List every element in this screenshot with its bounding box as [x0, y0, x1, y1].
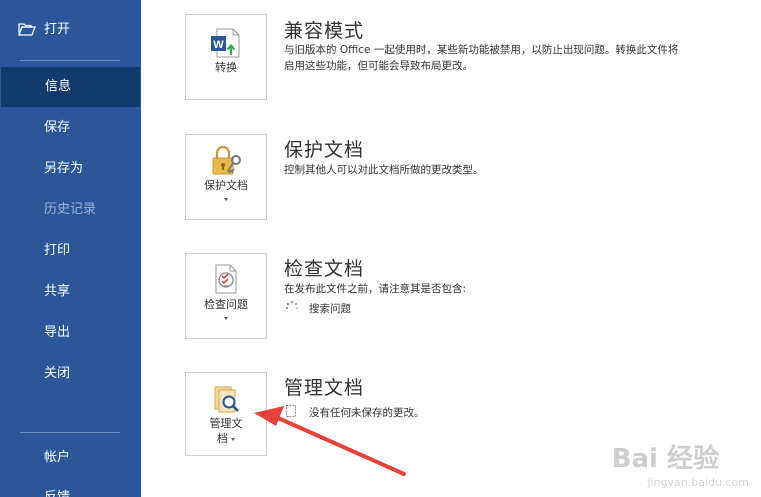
nav-save-as-label: 另存为 [44, 161, 84, 176]
word-convert-icon: W [211, 28, 240, 58]
nav-save[interactable]: 保存 [0, 108, 141, 148]
nav-close[interactable]: 关闭 [0, 354, 141, 394]
nav-history: 历史记录 [0, 190, 141, 230]
nav-share-label: 共享 [44, 284, 71, 299]
manage-document-button-label-2: 档 [186, 432, 266, 446]
search-issues-status: 搜索问题 [309, 303, 351, 315]
document-icon [286, 405, 296, 417]
protect-document-button-label: 保护文档 [204, 179, 248, 192]
nav-print-label: 打印 [44, 243, 71, 258]
nav-print[interactable]: 打印 [0, 231, 141, 271]
manage-document-icon [214, 386, 239, 413]
check-issues-button-label: 检查问题 [204, 298, 248, 311]
nav-close-label: 关闭 [44, 366, 71, 381]
watermark-url: jingyan.baidu.com [647, 476, 749, 489]
backstage-sidebar: 打开 信息 保存 另存为 历史记录 打印 共享 导出 关闭 帐户 反馈 [0, 0, 141, 497]
manage-document-button-label-2-text: 档 [217, 432, 228, 445]
nav-open[interactable]: 打开 [0, 10, 141, 50]
chevron-down-icon [224, 198, 228, 201]
manage-document-button[interactable]: 管理文 档 [185, 372, 267, 456]
chevron-down-icon [224, 317, 228, 320]
loading-spinner-icon [286, 300, 298, 309]
nav-history-label: 历史记录 [44, 202, 97, 217]
inspect-desc: 在发布此文件之前，请注意其是否包含: [284, 283, 467, 295]
nav-share[interactable]: 共享 [0, 272, 141, 312]
lock-key-icon [212, 145, 241, 175]
checklist-icon [215, 264, 237, 294]
compat-desc-2: 启用这些功能，但可能会导致布局更改。 [284, 60, 473, 72]
nav-divider [20, 432, 120, 433]
folder-open-icon [18, 23, 36, 36]
convert-button-label: 转换 [215, 61, 237, 74]
nav-save-as[interactable]: 另存为 [0, 149, 141, 189]
convert-button[interactable]: W 转换 [185, 14, 267, 100]
section-title-manage: 管理文档 [284, 377, 365, 399]
baidu-jingyan-watermark: Bai 经验 jingyan.baidu.com [611, 438, 749, 489]
nav-export-label: 导出 [44, 325, 71, 340]
manage-document-button-label-1: 管理文 [209, 417, 243, 430]
nav-open-label: 打开 [44, 22, 71, 37]
compat-desc-1: 与旧版本的 Office 一起使用时，某些新功能被禁用，以防止出现问题。转换此文… [284, 44, 679, 56]
nav-save-label: 保存 [44, 120, 71, 135]
section-title-inspect: 检查文档 [284, 258, 365, 280]
section-title-compat: 兼容模式 [284, 20, 365, 42]
nav-feedback-label: 反馈 [44, 490, 70, 497]
nav-info-label: 信息 [45, 79, 72, 94]
watermark-text: Bai 经验 [611, 444, 719, 474]
nav-divider [20, 60, 120, 61]
check-issues-button[interactable]: 检查问题 [185, 253, 267, 339]
nav-account[interactable]: 帐户 [0, 438, 141, 478]
nav-account-label: 帐户 [44, 450, 71, 465]
nav-export[interactable]: 导出 [0, 313, 141, 353]
protect-document-button[interactable]: 保护文档 [185, 134, 267, 220]
svg-text:W: W [213, 39, 224, 51]
protect-desc: 控制其他人可以对此文档所做的更改类型。 [284, 164, 484, 176]
unsaved-changes-status: 没有任何未保存的更改。 [309, 407, 425, 419]
chevron-down-icon [231, 437, 235, 441]
nav-feedback[interactable]: 反馈 [0, 478, 141, 497]
section-title-protect: 保护文档 [284, 139, 365, 161]
nav-info[interactable]: 信息 [1, 67, 140, 107]
